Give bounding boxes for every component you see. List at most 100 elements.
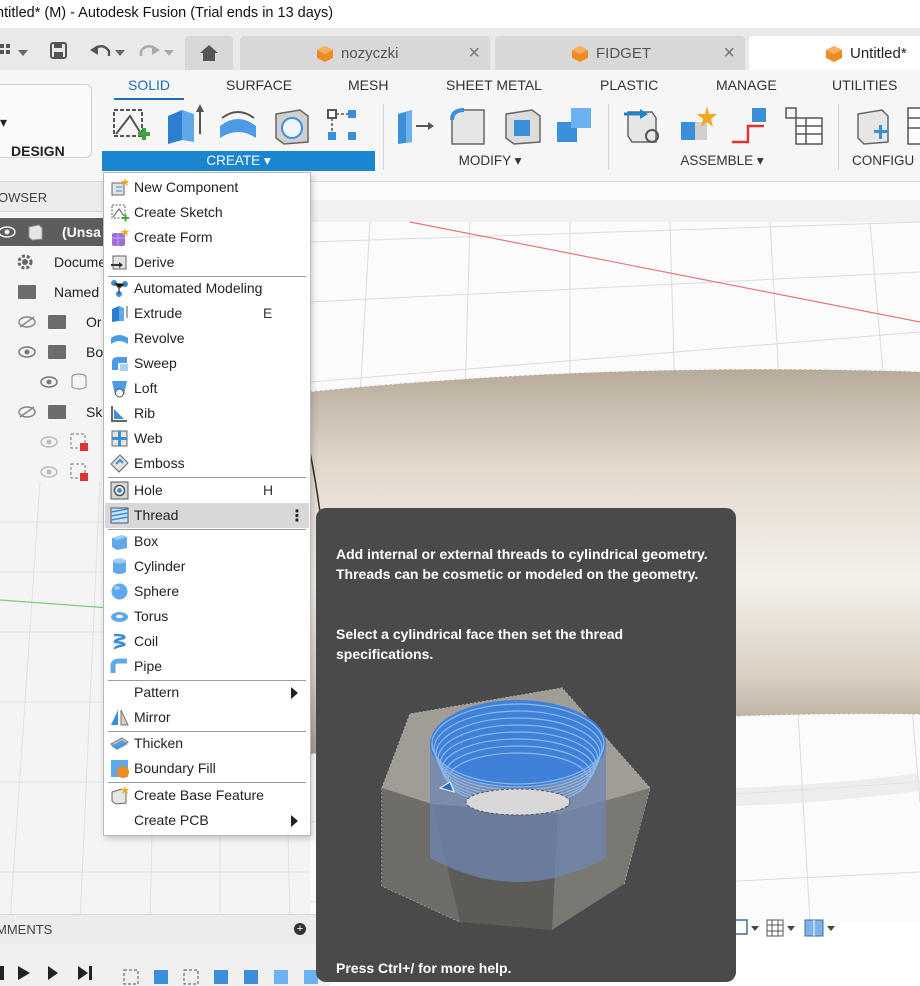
folder-icon [48,345,66,359]
thread-icon [110,507,129,524]
go-to-end-icon[interactable] [78,966,88,980]
menu-item-mirror[interactable]: Mirror [105,705,309,730]
revolve-icon [111,335,128,344]
redo-icon[interactable] [138,42,160,58]
menu-item-cylinder[interactable]: Cylinder [105,554,309,579]
menu-item-thread[interactable]: Thread ⋮ [105,503,309,528]
menu-item-label: Extrude [134,305,183,321]
joint-icon[interactable] [675,104,719,148]
thread-tooltip: Add internal or external threads to cyli… [316,508,736,982]
tab-manage[interactable]: MANAGE [716,77,777,93]
combine-icon[interactable] [553,104,597,148]
eye-icon[interactable] [40,466,58,478]
menu-item-boundary-fill[interactable]: Boundary Fill [105,756,309,781]
fillet-icon[interactable] [446,104,490,148]
menu-item-create-base-feature[interactable]: Create Base Feature [105,783,309,808]
joint-origin-icon[interactable] [728,104,772,148]
modify-group-button[interactable]: MODIFY ▾ [440,151,540,171]
menu-item-torus[interactable]: Torus [105,604,309,629]
form-box-icon[interactable] [270,104,314,148]
menu-item-derive[interactable]: Derive [105,250,309,275]
redo-dropdown-icon[interactable] [164,45,174,61]
tab-fidget[interactable]: FIDGET × [495,36,745,70]
menu-item-new-component[interactable]: New Component [105,175,309,200]
assemble-group-button[interactable]: ASSEMBLE ▾ [660,151,784,171]
menu-item-hole[interactable]: Hole H [105,478,309,503]
close-icon[interactable]: × [723,42,735,65]
toolbar-ribbon: DESIGN ▾ SOLID SURFACE MESH SHEET METAL … [0,70,920,182]
menu-item-web[interactable]: Web [105,426,309,451]
new-component-icon[interactable] [622,104,666,148]
timeline-features[interactable] [122,968,332,986]
play-icon[interactable] [18,966,30,980]
menu-item-pipe[interactable]: Pipe [105,654,309,679]
configure-icon[interactable] [852,104,896,148]
playback-controls [0,966,92,980]
more-options-icon[interactable]: ⋮ [289,506,305,526]
step-forward-icon[interactable] [48,966,58,980]
chevron-down-icon[interactable] [18,45,28,61]
configure-table-icon[interactable] [904,104,920,148]
undo-icon[interactable] [90,42,112,58]
menu-item-create-sketch[interactable]: Create Sketch [105,200,309,225]
menu-item-revolve[interactable]: Revolve [105,326,309,351]
menu-item-create-form[interactable]: Create Form [105,225,309,250]
revolve-icon[interactable] [216,104,260,148]
hole-icon [110,481,129,500]
timeline-extrude-icon [154,970,168,984]
tab-mesh[interactable]: MESH [348,77,388,93]
component-icon [28,224,43,241]
grid-icon[interactable] [0,42,12,58]
eye-icon[interactable] [40,436,58,448]
bill-of-materials-icon[interactable] [782,104,826,148]
tab-solid[interactable]: SOLID [128,77,170,93]
new-component-icon [111,178,129,196]
home-icon [200,45,218,61]
tab-utilities[interactable]: UTILITIES [832,77,897,93]
eye-hidden-icon[interactable] [18,316,36,328]
menu-item-emboss[interactable]: Emboss [105,451,309,476]
menu-item-sweep[interactable]: Sweep [105,351,309,376]
create-sketch-icon[interactable] [110,104,154,148]
menu-item-extrude[interactable]: Extrude E [105,301,309,326]
menu-item-thicken[interactable]: Thicken [105,731,309,756]
home-tab[interactable] [185,36,233,70]
eye-hidden-icon[interactable] [18,406,36,418]
tab-plastic[interactable]: PLASTIC [600,77,658,93]
add-comment-icon[interactable]: + [294,923,306,935]
grid-settings-icon[interactable] [766,919,784,937]
eye-icon[interactable] [0,226,16,238]
tab-nozyczki[interactable]: nozyczki × [240,36,490,70]
viewports-icon[interactable] [804,919,824,937]
eye-icon[interactable] [18,346,36,358]
pattern-icon[interactable] [322,104,366,148]
press-pull-icon[interactable] [392,104,436,148]
menu-item-coil[interactable]: Coil [105,629,309,654]
menu-item-box[interactable]: Box [105,529,309,554]
extrude-icon[interactable] [162,104,206,148]
tab-untitled[interactable]: Untitled* [749,36,920,70]
configure-group-button[interactable]: CONFIGU [852,151,920,171]
eye-icon[interactable] [40,376,58,388]
menu-item-automated-modeling[interactable]: Automated Modeling [105,276,309,301]
tree-item-label: Docume [54,254,107,270]
tab-sheet-metal[interactable]: SHEET METAL [446,77,542,93]
step-back-icon[interactable] [0,966,4,980]
menu-item-loft[interactable]: Loft [105,376,309,401]
shell-icon[interactable] [500,104,544,148]
save-icon[interactable] [50,42,68,59]
menu-item-sphere[interactable]: Sphere [105,579,309,604]
menu-item-label: Create Sketch [134,204,223,220]
timeline-extrude-icon [244,970,258,984]
workspace-switcher[interactable]: DESIGN ▾ [0,84,92,159]
tab-surface[interactable]: SURFACE [226,77,292,93]
create-group-button[interactable]: CREATE ▾ [102,151,375,171]
menu-item-pattern[interactable]: Pattern [105,680,309,705]
close-icon[interactable]: × [468,42,480,65]
menu-item-label: Thread [134,507,179,523]
loft-icon [112,381,127,398]
menu-item-rib[interactable]: Rib [105,401,309,426]
undo-dropdown-icon[interactable] [115,45,125,61]
gear-icon [17,254,33,270]
menu-item-create-pcb[interactable]: Create PCB [105,808,309,833]
